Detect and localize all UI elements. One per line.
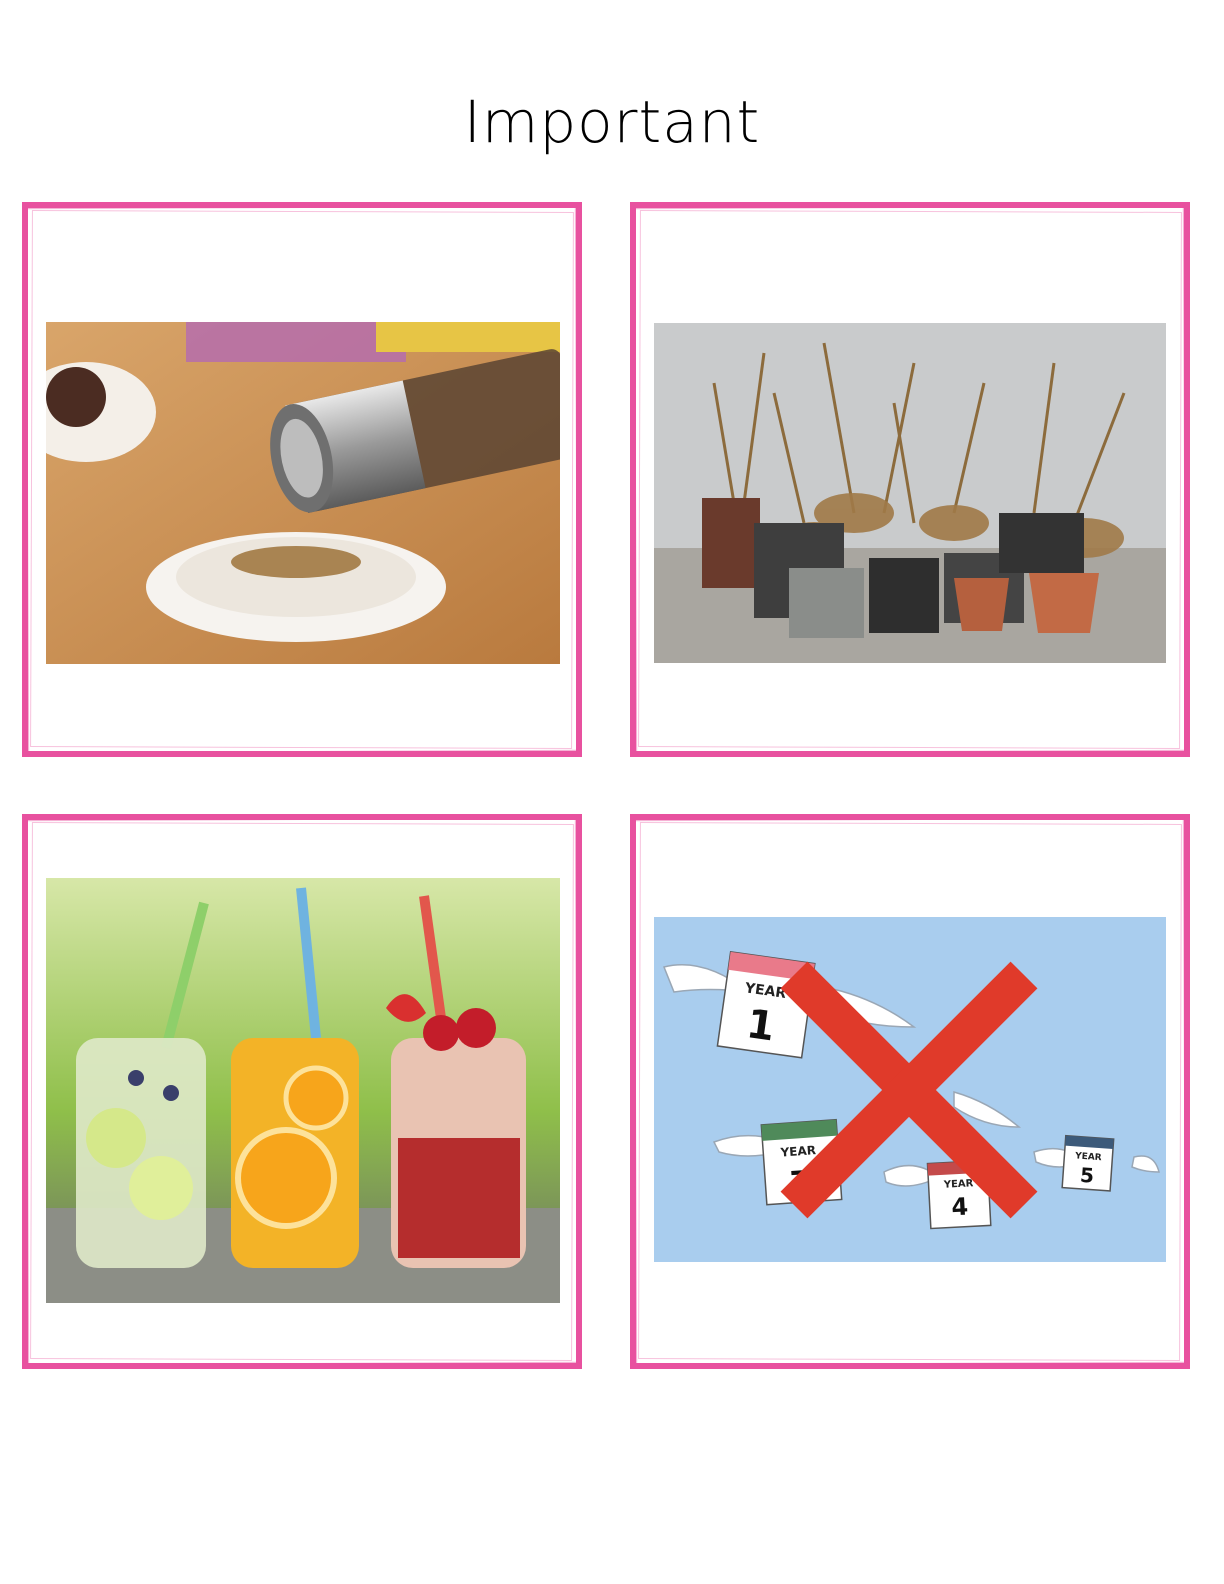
- calendar-number-3: 4: [951, 1193, 969, 1222]
- calendar-number-4: 5: [1079, 1163, 1095, 1188]
- card-pepper: [22, 202, 582, 757]
- pepper-grinder-photo: [46, 322, 560, 664]
- dead-potted-plants-photo: [654, 323, 1166, 663]
- page-title: Important: [463, 88, 761, 156]
- card-years: YEAR 1 YEAR 7 YEAR 4 YEAR 5: [630, 814, 1190, 1369]
- flying-calendar-years-crossed-out: YEAR 1 YEAR 7 YEAR 4 YEAR 5: [654, 917, 1166, 1262]
- fruit-drinks-jars-photo: [46, 878, 560, 1303]
- card-drinks: [22, 814, 582, 1369]
- calendar-label-4: YEAR: [1074, 1151, 1102, 1163]
- card-dead-plants: [630, 202, 1190, 757]
- calendar-label-2: YEAR: [779, 1143, 816, 1160]
- calendar-label-3: YEAR: [943, 1178, 974, 1191]
